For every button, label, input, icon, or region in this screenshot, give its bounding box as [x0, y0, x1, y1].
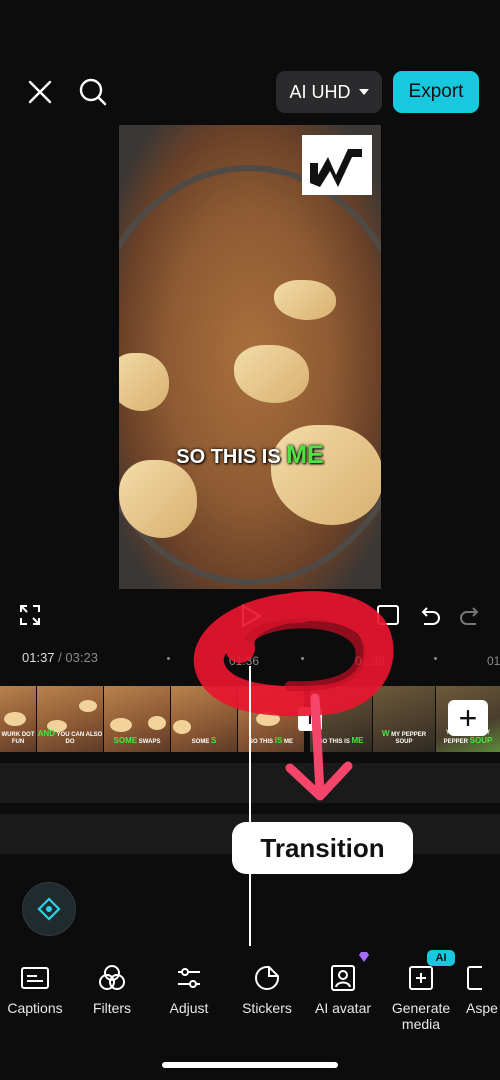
- home-indicator: [162, 1062, 338, 1068]
- aspect-icon: [466, 962, 500, 994]
- tool-aspect[interactable]: Aspe: [466, 962, 500, 1016]
- diamond-icon: [37, 897, 61, 921]
- ruler-tick: 01: [487, 654, 500, 668]
- clip-text: SWAPS: [137, 739, 161, 745]
- generate-media-icon: [382, 962, 460, 994]
- clip-text-highlight: SOUP: [469, 736, 493, 745]
- quality-dropdown[interactable]: AI UHD: [276, 71, 382, 113]
- tool-label: Captions: [7, 1000, 63, 1016]
- export-button[interactable]: Export: [393, 71, 479, 113]
- redo-icon[interactable]: [458, 604, 482, 633]
- adjust-icon: [150, 962, 228, 994]
- red-circle-annotation: [193, 591, 394, 801]
- tool-label: Adjust: [169, 1000, 209, 1016]
- filters-icon: [73, 962, 151, 994]
- ruler-dot: [167, 657, 170, 660]
- clip-thumbnail[interactable]: WURK DOT FUN: [0, 686, 36, 752]
- ai-avatar-icon: [304, 962, 382, 994]
- captions-icon: [0, 962, 74, 994]
- chevron-down-icon: [358, 89, 369, 95]
- tool-captions[interactable]: Captions: [0, 962, 74, 1016]
- clip-text: FUN: [11, 739, 25, 745]
- video-caption: SO THIS IS ME: [119, 441, 381, 470]
- caption-highlight: ME: [286, 441, 324, 469]
- caption-text: SO THIS IS: [176, 446, 287, 468]
- keyframe-fab[interactable]: [22, 882, 76, 936]
- clip-text: WURK DOT: [1, 732, 35, 738]
- tool-filters[interactable]: Filters: [73, 962, 151, 1016]
- fullscreen-icon[interactable]: [18, 603, 42, 632]
- clip-thumbnail[interactable]: AND YOU CAN ALSO DO: [37, 686, 103, 752]
- ai-badge: AI: [427, 950, 455, 966]
- clip-text-highlight: AND: [37, 729, 55, 738]
- brand-logo: [302, 135, 372, 195]
- tool-label: Aspe: [466, 1000, 498, 1016]
- tool-stickers[interactable]: Stickers: [228, 962, 306, 1016]
- tool-label: Stickers: [242, 1000, 292, 1016]
- search-icon[interactable]: [73, 72, 113, 112]
- plus-icon: +: [458, 700, 478, 736]
- playhead[interactable]: [249, 666, 251, 946]
- ruler-dot: [434, 657, 437, 660]
- timecode: 01:37 / 03:23: [22, 650, 98, 665]
- transition-label: Transition: [232, 822, 413, 874]
- close-icon[interactable]: [20, 72, 60, 112]
- tool-ai-avatar[interactable]: AI avatar: [304, 962, 382, 1016]
- current-time: 01:37: [22, 650, 55, 665]
- add-clip-button[interactable]: +: [448, 700, 488, 736]
- tool-label: Generate media: [391, 1000, 451, 1032]
- undo-icon[interactable]: [418, 604, 442, 633]
- premium-gem-icon: [359, 952, 369, 962]
- tool-label: AI avatar: [314, 1000, 372, 1016]
- time-separator: /: [54, 650, 66, 665]
- clip-text: YOU CAN ALSO DO: [55, 732, 103, 745]
- clip-thumbnail[interactable]: SOME SWAPS: [104, 686, 170, 752]
- tool-adjust[interactable]: Adjust: [150, 962, 228, 1016]
- clip-text-highlight: SOME: [113, 736, 138, 745]
- tool-label: Filters: [92, 1000, 132, 1016]
- video-preview[interactable]: SO THIS IS ME: [119, 125, 381, 589]
- tool-generate-media[interactable]: Generate media: [382, 962, 460, 1032]
- quality-label: AI UHD: [289, 81, 351, 102]
- stickers-icon: [228, 962, 306, 994]
- total-time: 03:23: [65, 650, 98, 665]
